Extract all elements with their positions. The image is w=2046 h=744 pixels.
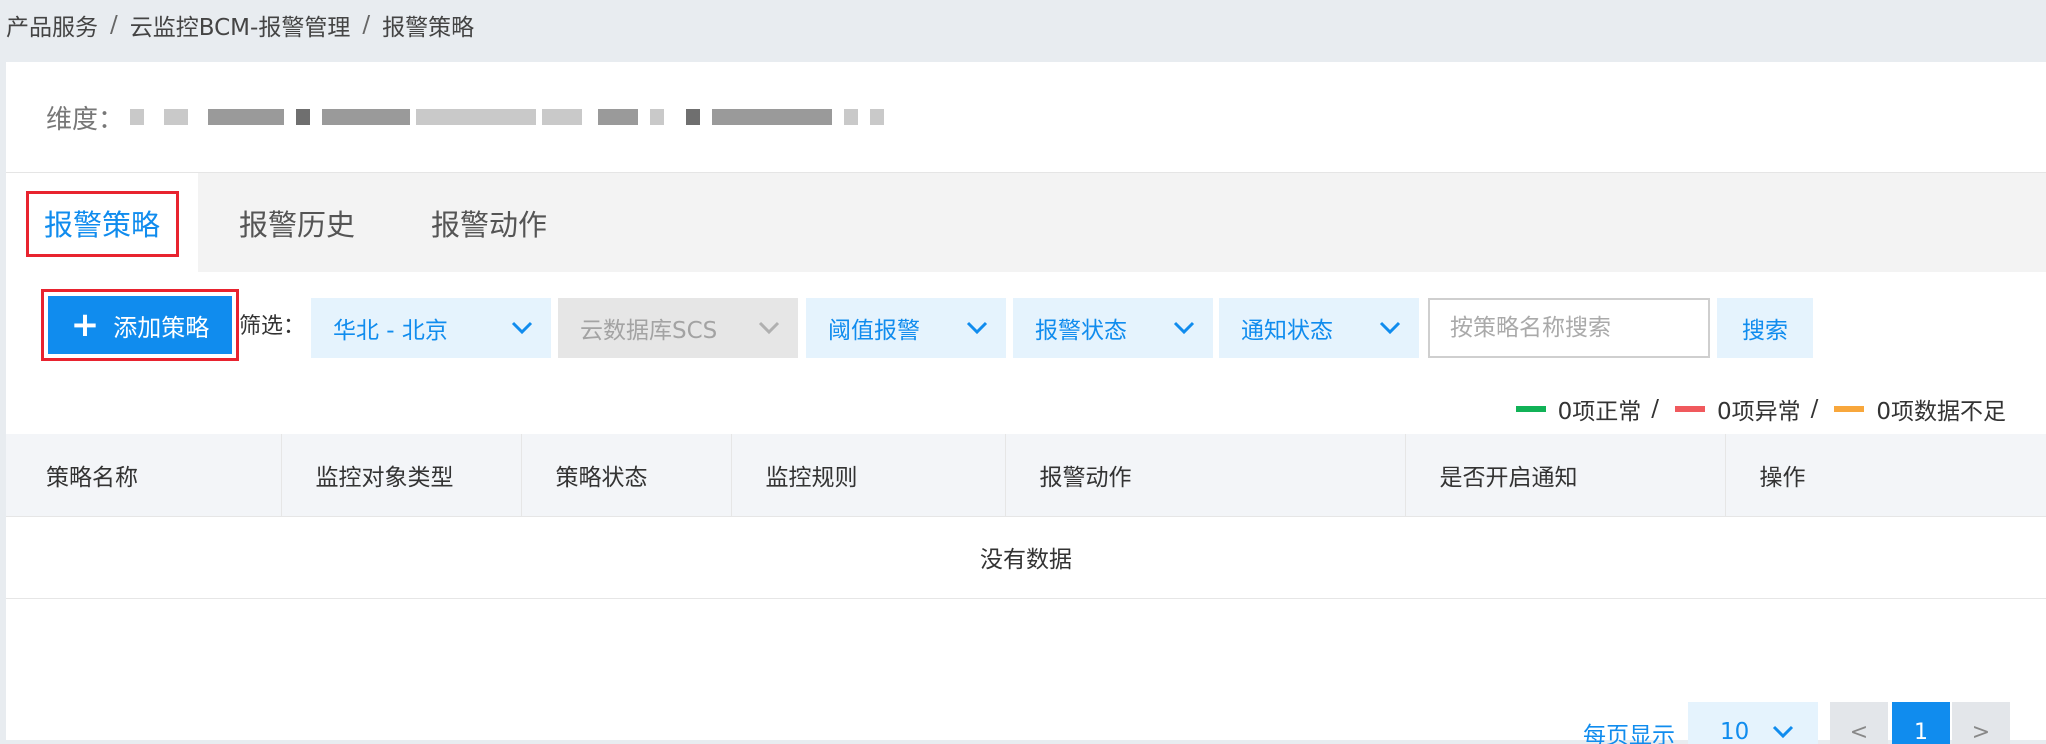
service-select-value: 云数据库SCS	[580, 318, 718, 344]
tab-alarm-policy[interactable]: 报警策略	[6, 173, 198, 273]
chevron-down-icon	[511, 321, 533, 335]
legend-abnormal: 0项异常	[1716, 399, 1801, 425]
prev-page-button[interactable]: <	[1830, 702, 1888, 744]
search-button[interactable]: 搜索	[1717, 298, 1813, 358]
chevron-down-icon	[966, 321, 988, 335]
dimension-value-redacted	[130, 109, 885, 125]
region-select-value: 华北 - 北京	[333, 318, 448, 344]
table-row: 没有数据	[6, 515, 2046, 599]
chevron-down-icon	[758, 321, 780, 335]
chevron-down-icon	[1379, 321, 1401, 335]
notify-status-select-value: 通知状态	[1241, 318, 1333, 344]
dimension-row: 维度：	[6, 62, 2046, 172]
service-select: 云数据库SCS	[558, 298, 798, 358]
col-policy-status: 策略状态	[521, 434, 732, 516]
plus-icon: +	[70, 305, 100, 345]
legend-swatch-insufficient	[1834, 406, 1865, 412]
breadcrumb: 产品服务 / 云监控BCM-报警管理 / 报警策略	[6, 8, 474, 42]
legend-separator: /	[1651, 396, 1659, 422]
highlight-box	[26, 191, 179, 257]
chevron-down-icon	[1173, 321, 1195, 335]
chevron-down-icon	[1772, 725, 1794, 739]
col-monitor-rule: 监控规则	[731, 434, 1006, 516]
tabs-bar: 报警策略 报警历史 报警动作	[6, 172, 2046, 273]
tab-label: 报警历史	[239, 208, 356, 242]
main-card: 维度： 报警策略 报警历史 报警动作 + 添加策略 筛选： 华北 - 北京 云数…	[6, 62, 2046, 744]
tab-label: 报警动作	[431, 208, 548, 242]
toolbar: + 添加策略 筛选： 华北 - 北京 云数据库SCS 阈值报警 报警状态 通知状…	[6, 272, 2046, 372]
legend-normal: 0项正常	[1557, 399, 1642, 425]
status-legend: 0项正常 / 0项异常 / 0项数据不足	[1510, 392, 2006, 426]
policy-search-input[interactable]	[1428, 298, 1710, 358]
col-notify-enabled: 是否开启通知	[1405, 434, 1726, 516]
alarm-type-select[interactable]: 阈值报警	[806, 298, 1006, 358]
policy-table: 策略名称 监控对象类型 策略状态 监控规则 报警动作 是否开启通知 操作 没有数…	[6, 434, 2046, 599]
per-page-select[interactable]: 10	[1688, 702, 1818, 744]
empty-message: 没有数据	[6, 515, 2046, 599]
col-policy-name: 策略名称	[6, 434, 282, 516]
per-page-value: 10	[1720, 719, 1750, 744]
filter-label: 筛选：	[239, 314, 306, 339]
col-alarm-action: 报警动作	[1005, 434, 1406, 516]
highlight-box: + 添加策略	[41, 289, 239, 361]
col-operation: 操作	[1725, 434, 2046, 516]
breadcrumb-separator: /	[362, 12, 371, 38]
legend-separator: /	[1810, 396, 1819, 422]
next-page-button[interactable]: >	[1952, 702, 2010, 744]
alarm-status-select-value: 报警状态	[1035, 318, 1127, 344]
breadcrumb-separator: /	[110, 12, 118, 38]
pagination: 每页显示 10 < 1 >	[6, 702, 2046, 744]
breadcrumb-item-products[interactable]: 产品服务	[6, 8, 98, 42]
breadcrumb-item-current: 报警策略	[382, 15, 475, 41]
alarm-type-select-value: 阈值报警	[828, 318, 920, 344]
page-button-current[interactable]: 1	[1892, 702, 1950, 744]
add-policy-label: 添加策略	[113, 313, 210, 342]
legend-swatch-abnormal	[1674, 406, 1705, 412]
col-object-type: 监控对象类型	[281, 434, 522, 516]
table-header-row: 策略名称 监控对象类型 策略状态 监控规则 报警动作 是否开启通知 操作	[6, 434, 2046, 516]
add-policy-button[interactable]: + 添加策略	[48, 296, 232, 354]
dimension-label: 维度：	[46, 104, 125, 135]
legend-swatch-normal	[1515, 406, 1546, 412]
alarm-status-select[interactable]: 报警状态	[1013, 298, 1213, 358]
tab-alarm-action[interactable]: 报警动作	[431, 173, 547, 273]
tab-alarm-history[interactable]: 报警历史	[239, 173, 355, 273]
notify-status-select[interactable]: 通知状态	[1219, 298, 1419, 358]
breadcrumb-item-bcm[interactable]: 云监控BCM-报警管理	[130, 8, 351, 42]
per-page-label: 每页显示	[1583, 723, 1675, 744]
legend-insufficient: 0项数据不足	[1876, 399, 2006, 425]
region-select[interactable]: 华北 - 北京	[311, 298, 551, 358]
